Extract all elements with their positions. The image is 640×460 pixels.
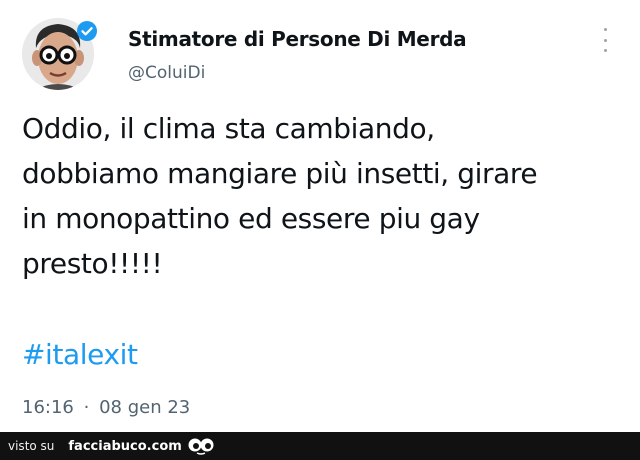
user-handle[interactable]: @ColuiDi bbox=[128, 63, 205, 83]
site-name[interactable]: facciabuco.com bbox=[68, 439, 181, 454]
eyes-logo-icon bbox=[188, 438, 214, 455]
verified-badge-icon bbox=[77, 21, 97, 41]
watermark-bar: visto su facciabuco.com bbox=[0, 432, 640, 460]
more-options-icon[interactable] bbox=[599, 28, 611, 52]
hashtag-link[interactable]: #italexit bbox=[22, 338, 138, 371]
tweet-time: 16:16 bbox=[22, 397, 74, 418]
meta-separator: · bbox=[83, 397, 90, 418]
tweet-timestamp[interactable]: 16:16 · 08 gen 23 bbox=[22, 397, 194, 418]
display-name[interactable]: Stimatore di Persone Di Merda bbox=[128, 27, 467, 51]
tweet-date: 08 gen 23 bbox=[99, 397, 191, 418]
seen-on-label: visto su bbox=[8, 439, 55, 453]
tweet-text: Oddio, il clima sta cambiando, dobbiamo … bbox=[22, 112, 538, 280]
tweet-card: Stimatore di Persone Di Merda @ColuiDi O… bbox=[0, 0, 640, 432]
